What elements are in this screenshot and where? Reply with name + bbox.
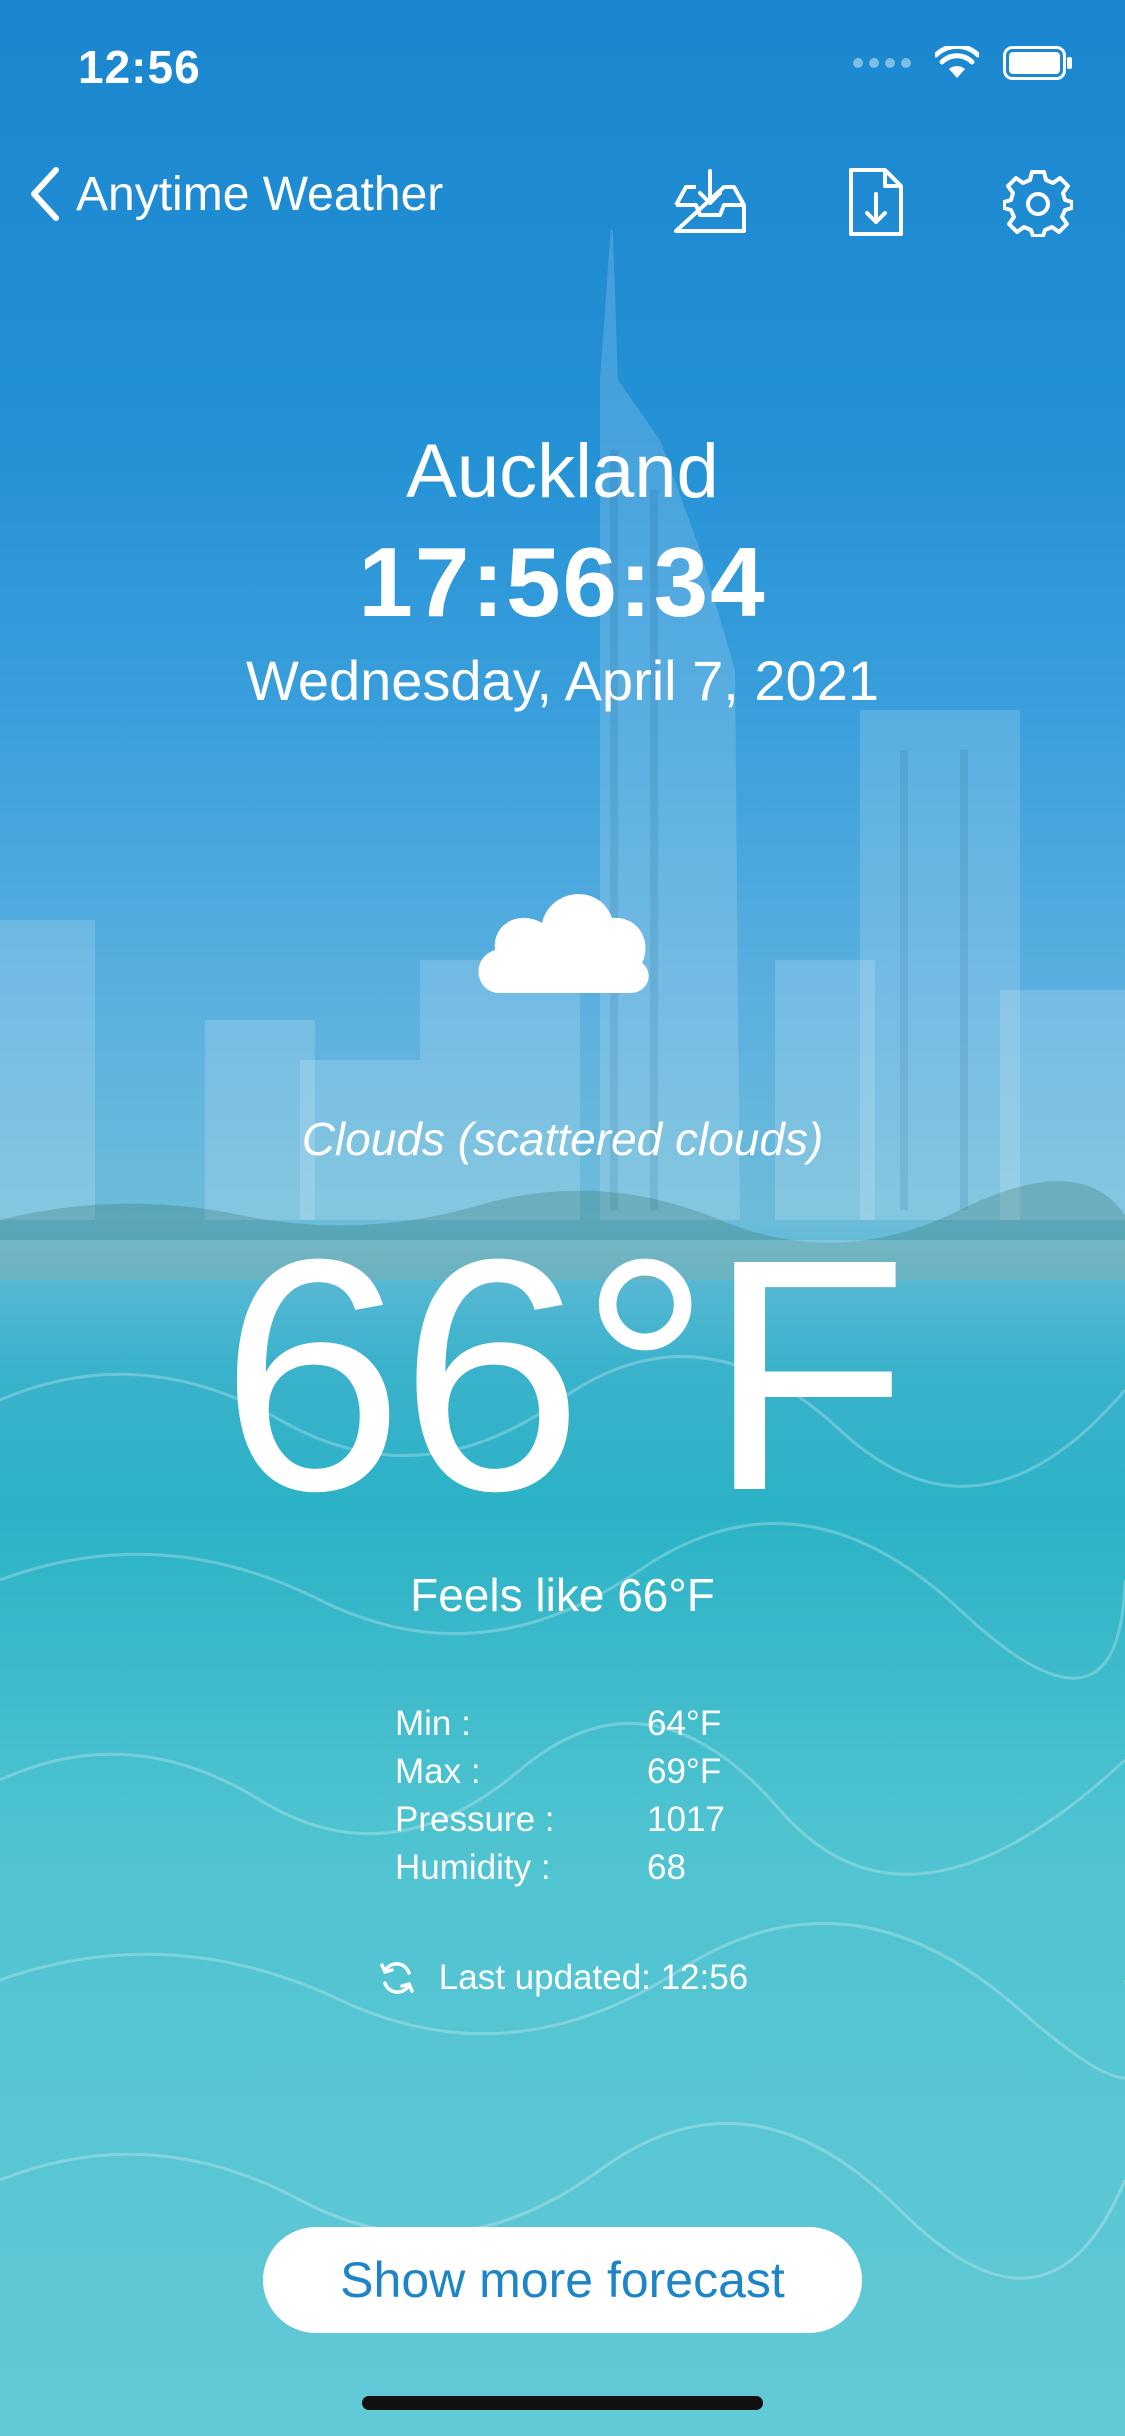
local-time: 17:56:34 [358,527,767,637]
detail-value: 68 [647,1848,686,1887]
chevron-left-icon [31,167,59,221]
detail-label: Min : [395,1704,471,1743]
back-label: Anytime Weather [76,167,444,221]
wifi-icon [935,46,979,78]
status-time: 12:56 [78,41,201,93]
file-download-icon [849,168,903,236]
detail-row-min: Min : 64°F [395,1700,725,1748]
cloud-icon [478,894,649,993]
city-name: Auckland [406,429,719,514]
cellular-signal-icon [853,58,911,68]
detail-value: 69°F [647,1752,722,1791]
show-forecast-button[interactable]: Show more forecast [263,2227,862,2333]
detail-row-humidity: Humidity : 68 [395,1844,725,1892]
status-indicators [853,46,1073,80]
detail-label: Humidity : [395,1848,551,1887]
gear-icon [1003,170,1073,237]
last-updated-label: Last updated: 12:56 [438,1958,749,1997]
home-indicator[interactable] [362,2396,763,2410]
battery-icon [1003,46,1072,80]
detail-value: 64°F [647,1704,722,1743]
weather-details: Min : 64°F Max : 69°F Pressure : 1017 Hu… [395,1700,725,1892]
settings-button[interactable] [998,162,1078,242]
export-file-button[interactable] [836,162,916,242]
feels-like: Feels like 66°F [410,1569,715,1621]
refresh-icon [380,1962,414,1994]
status-bar: 12:56 [0,0,1125,135]
detail-row-pressure: Pressure : 1017 [395,1796,725,1844]
detail-value: 1017 [647,1800,725,1839]
back-button[interactable]: Anytime Weather [26,164,443,224]
local-date: Wednesday, April 7, 2021 [245,649,879,712]
navigation-bar: Anytime Weather [0,150,1125,250]
detail-row-max: Max : 69°F [395,1748,725,1796]
temperature: 66°F [220,1190,909,1559]
save-button[interactable] [670,162,750,242]
inbox-download-icon [674,169,746,233]
last-updated[interactable]: Last updated: 12:56 [0,1958,1125,1998]
detail-label: Max : [395,1752,481,1791]
detail-label: Pressure : [395,1800,555,1839]
weather-condition: Clouds (scattered clouds) [301,1113,824,1165]
